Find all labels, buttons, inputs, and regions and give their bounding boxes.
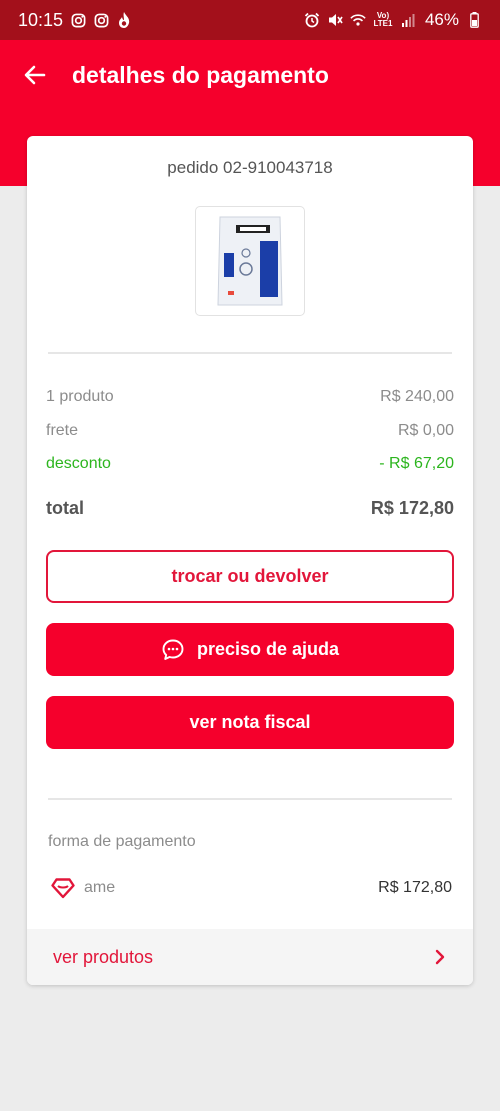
- status-bar: 10:15 Vo) LTE1 46%: [0, 0, 500, 40]
- mute-icon: [327, 12, 343, 28]
- payment-method-row: ame R$ 172,80: [50, 876, 452, 900]
- payment-method-name: ame: [84, 879, 116, 896]
- payment-details-card: pedido 02-910043718 1 produto R$ 240,00 …: [27, 136, 473, 985]
- battery-icon: [466, 12, 482, 28]
- summary-row-discount: desconto - R$ 67,20: [46, 455, 454, 473]
- flame-icon: [116, 12, 132, 28]
- discount-value: - R$ 67,20: [379, 455, 454, 472]
- payment-amount: R$ 172,80: [378, 879, 452, 896]
- page-title: detalhes do pagamento: [72, 62, 329, 88]
- invoice-label: ver nota fiscal: [189, 712, 311, 732]
- shipping-value: R$ 0,00: [397, 422, 454, 439]
- summary-row-shipping: frete R$ 0,00: [46, 422, 454, 440]
- payment-method-title: forma de pagamento: [48, 833, 196, 850]
- total-label: total: [46, 498, 84, 518]
- product-thumbnail[interactable]: [195, 206, 305, 316]
- products-value: R$ 240,00: [380, 388, 454, 405]
- total-value: R$ 172,80: [370, 498, 454, 518]
- chevron-right-icon: [435, 949, 445, 965]
- chat-bubble-icon: [161, 638, 185, 662]
- shipping-label: frete: [46, 422, 79, 439]
- wifi-icon: [350, 12, 366, 28]
- exchange-return-label: trocar ou devolver: [171, 566, 329, 586]
- discount-label: desconto: [46, 455, 111, 472]
- signal-icon: [400, 12, 416, 28]
- back-button[interactable]: [20, 60, 50, 90]
- order-id: pedido 02-910043718: [167, 158, 333, 177]
- divider: [48, 798, 452, 800]
- alarm-icon: [304, 12, 320, 28]
- view-products-label: ver produtos: [53, 946, 154, 967]
- network-indicator: Vo) LTE1: [373, 11, 393, 28]
- instagram-icon: [93, 12, 109, 28]
- help-button[interactable]: preciso de ajuda: [46, 623, 454, 676]
- invoice-button[interactable]: ver nota fiscal: [46, 696, 454, 749]
- battery-level: 46%: [424, 10, 459, 29]
- product-image: [217, 216, 283, 306]
- instagram-icon: [70, 12, 86, 28]
- arrow-left-icon: [24, 65, 46, 85]
- help-label: preciso de ajuda: [196, 639, 340, 659]
- view-products-link[interactable]: ver produtos: [27, 929, 473, 985]
- status-time: 10:15: [18, 9, 64, 30]
- summary-row-total: total R$ 172,80: [46, 498, 454, 519]
- products-label: 1 produto: [46, 388, 114, 405]
- exchange-return-button[interactable]: trocar ou devolver: [46, 550, 454, 603]
- summary-row-products: 1 produto R$ 240,00: [46, 388, 454, 406]
- ame-heart-icon: [50, 877, 76, 899]
- divider: [48, 352, 452, 354]
